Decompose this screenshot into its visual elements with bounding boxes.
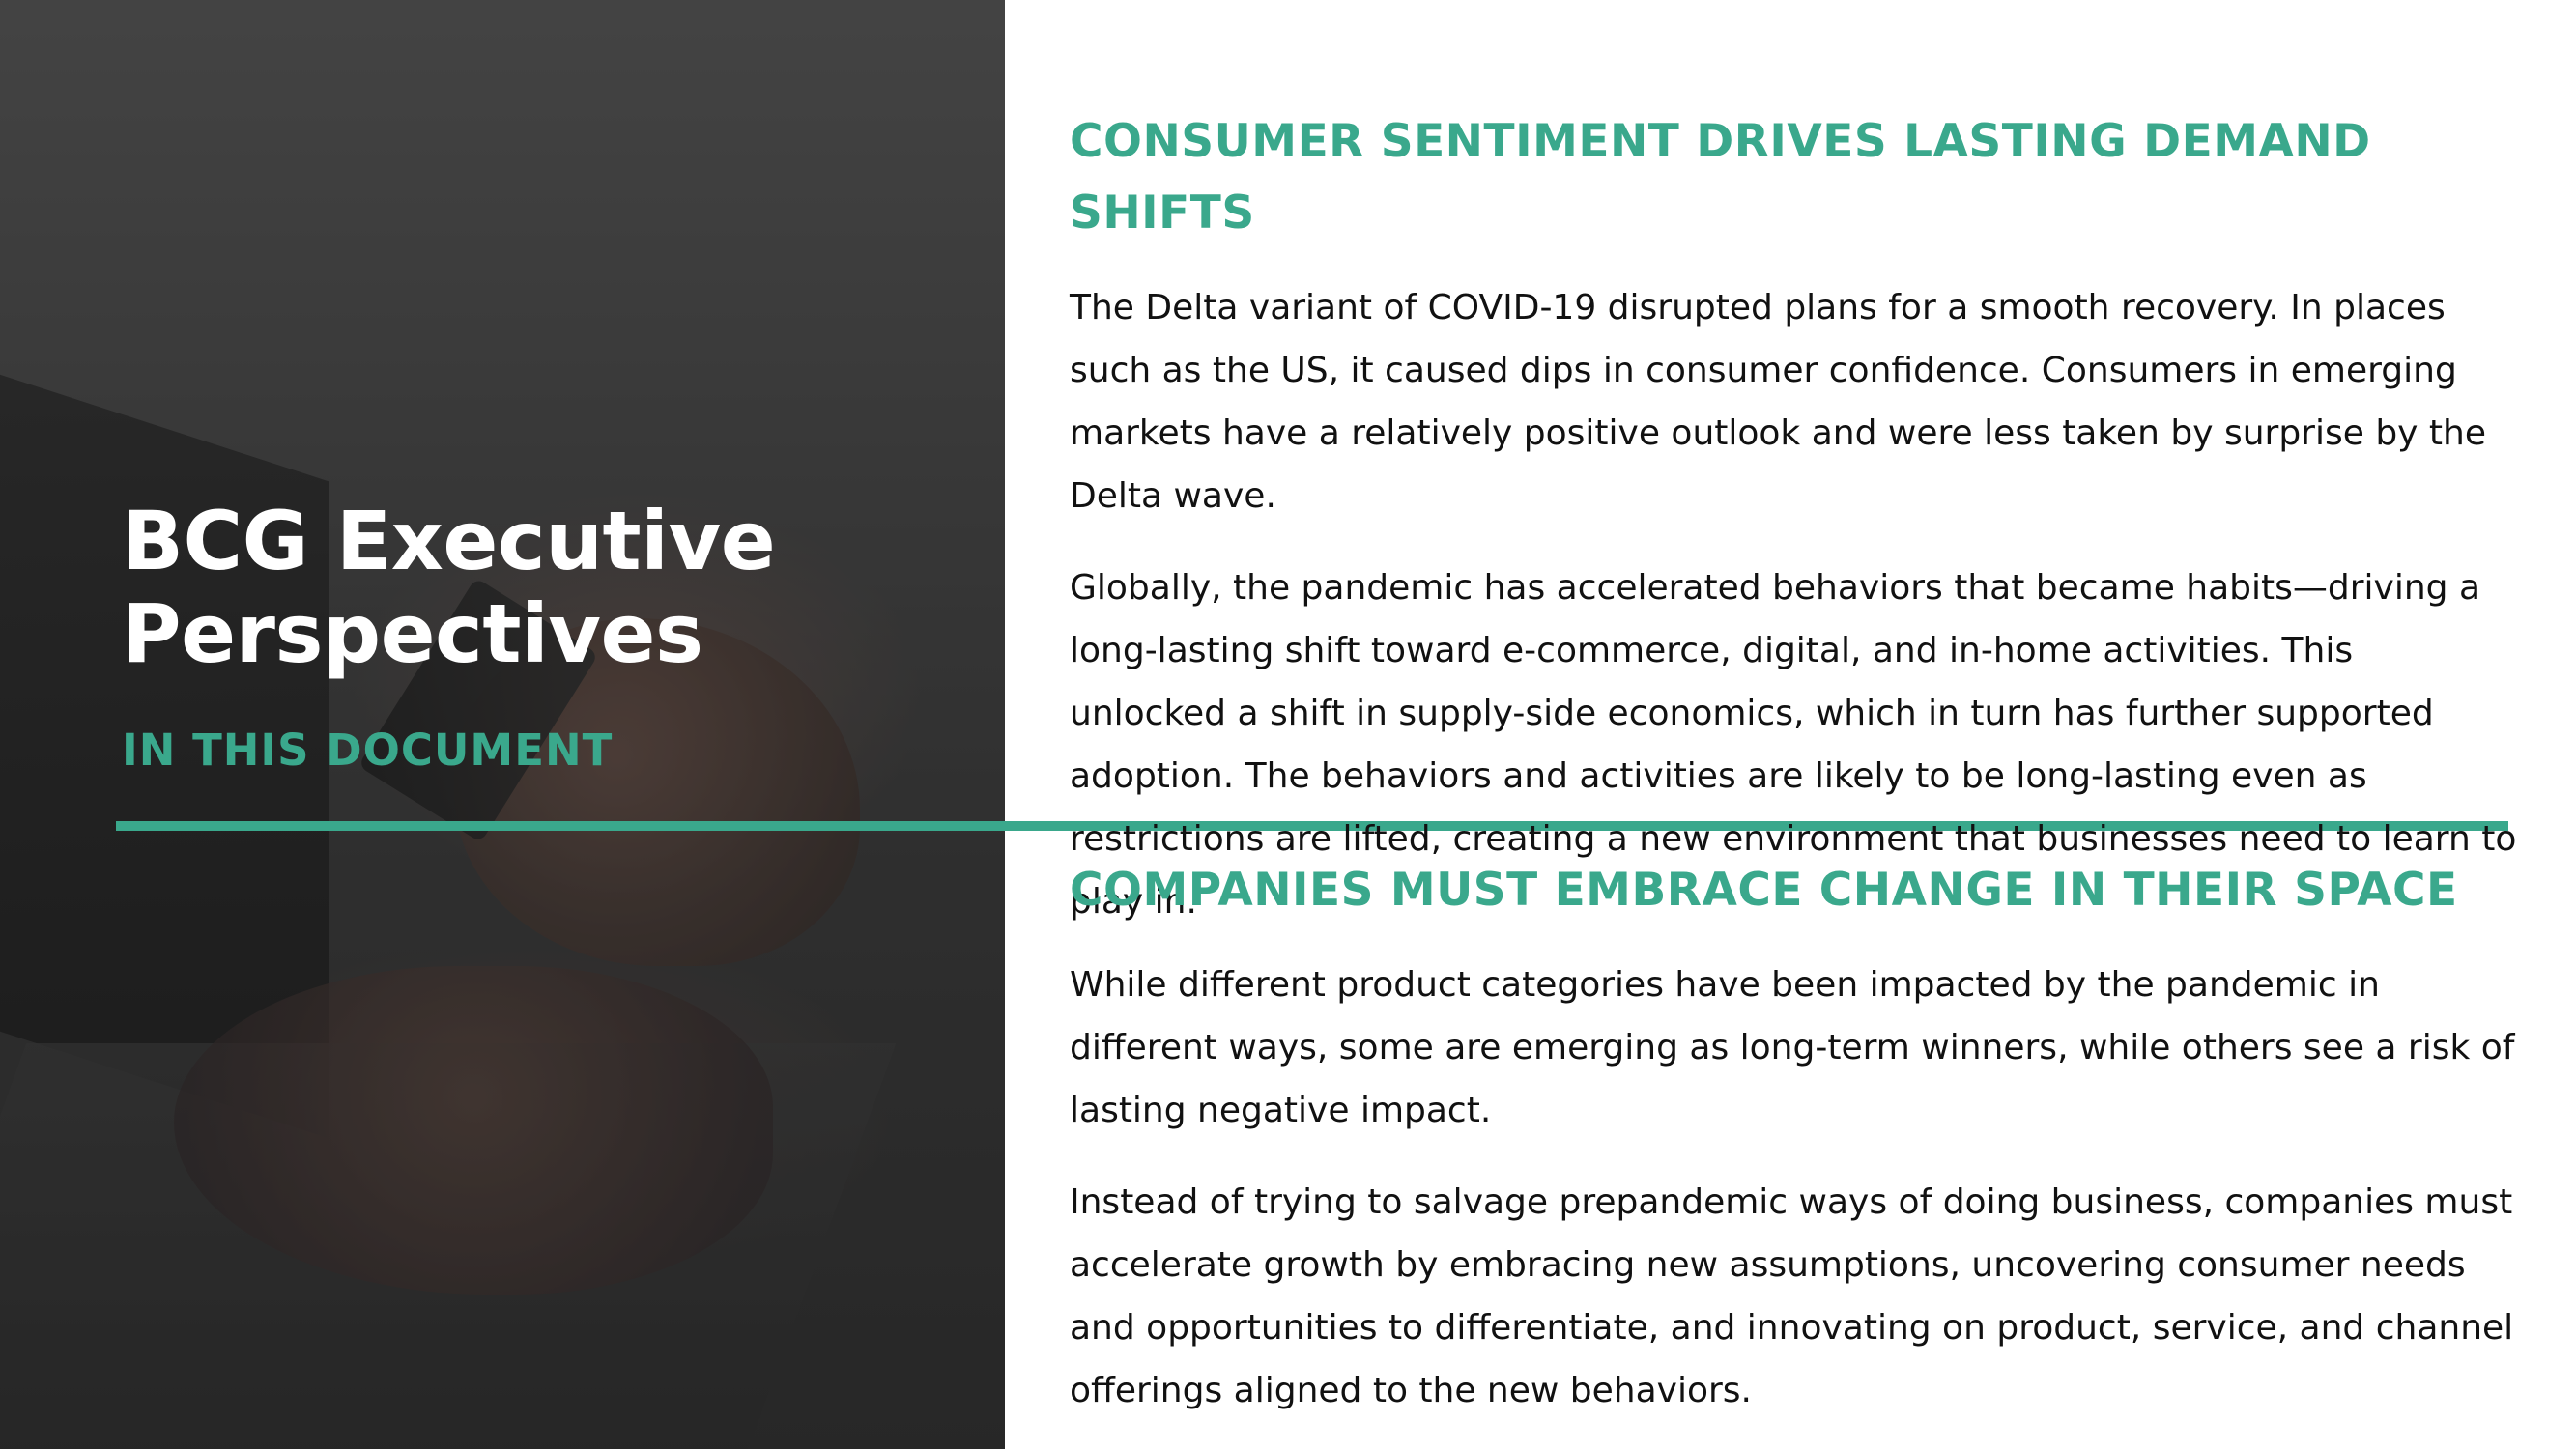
section-consumer-sentiment: CONSUMER SENTIMENT DRIVES LASTING DEMAND… <box>1070 106 2519 962</box>
section-embrace-change: COMPANIES MUST EMBRACE CHANGE IN THEIR S… <box>1070 855 2519 1451</box>
title-line-2: Perspectives <box>122 586 703 681</box>
section-paragraph: While different product categories have … <box>1070 965 2515 1130</box>
section-heading: COMPANIES MUST EMBRACE CHANGE IN THEIR S… <box>1070 864 2458 917</box>
document-subtitle: IN THIS DOCUMENT <box>122 725 614 776</box>
section-paragraph: Instead of trying to salvage prepandemic… <box>1070 1182 2514 1410</box>
document-title: BCG Executive Perspectives <box>122 494 776 681</box>
section-paragraph: The Delta variant of COVID-19 disrupted … <box>1070 288 2486 516</box>
title-line-1: BCG Executive <box>122 494 776 588</box>
section-heading: CONSUMER SENTIMENT DRIVES LASTING DEMAND… <box>1070 115 2371 240</box>
